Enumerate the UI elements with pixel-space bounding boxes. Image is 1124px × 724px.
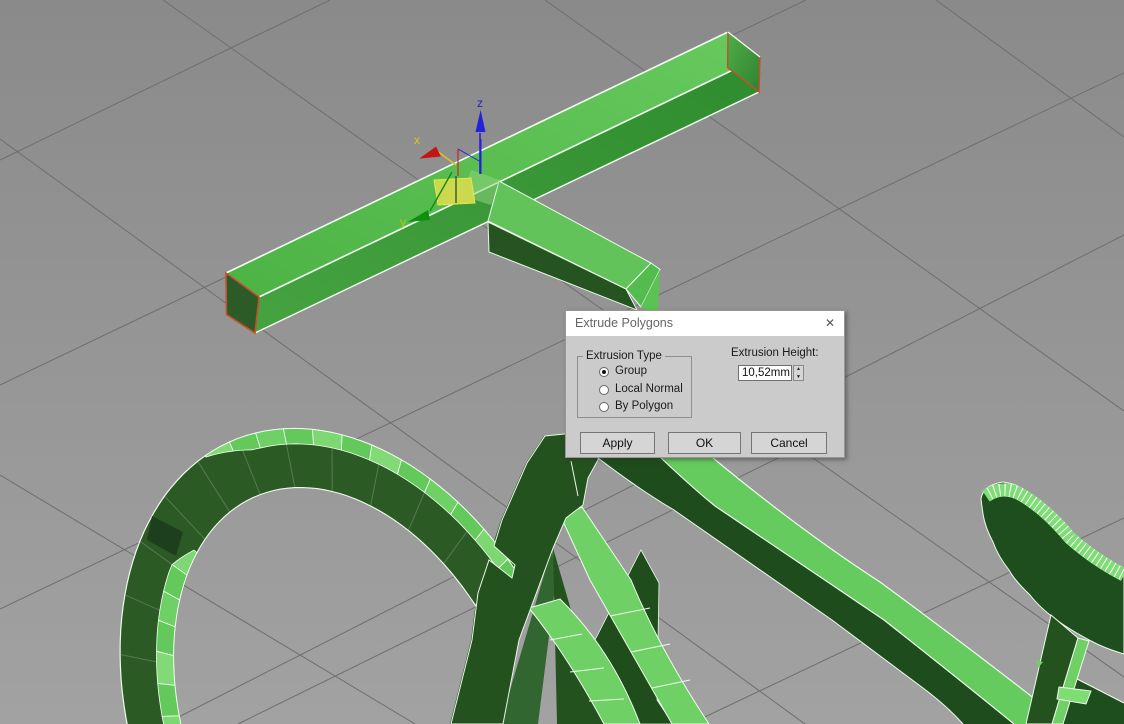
svg-text:z: z — [477, 96, 483, 110]
svg-text:x: x — [414, 133, 420, 147]
svg-text:y: y — [400, 215, 406, 229]
